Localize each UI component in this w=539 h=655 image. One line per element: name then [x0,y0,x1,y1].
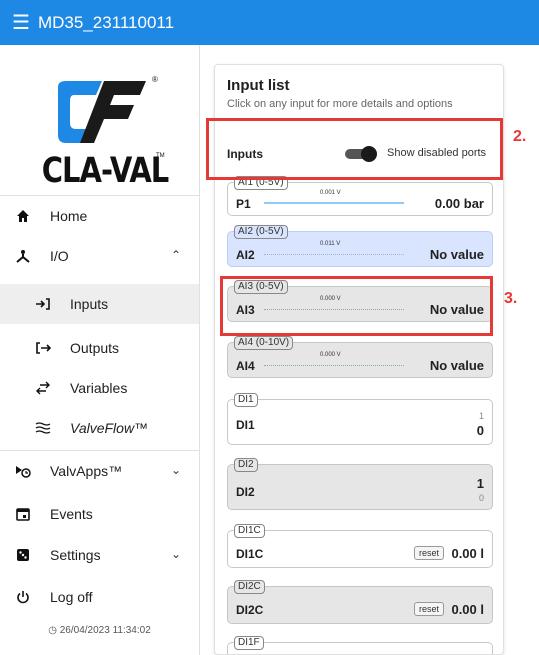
port-card-di2[interactable]: DI2 DI2 1 0 [227,458,493,510]
port-card-di2c[interactable]: DI2C DI2C reset 0.00 l [227,580,493,624]
sidebar-item-label: ValvApps™ [50,463,123,479]
io-icon [13,246,33,266]
port-raw-value: 0.000 V [320,352,341,358]
port-raw-value: 0.001 V [320,190,341,196]
port-tag: DI2 [234,458,258,472]
sidebar-item-label: ValveFlow™ [70,420,149,436]
port-name: DI2C [236,603,264,617]
highlight-box-3 [220,276,493,336]
chevron-down-icon: ⌄ [170,463,181,477]
clock-icon: ◷ [48,625,57,636]
port-card-ai4[interactable]: AI4 (0-10V) AI4 0.000 V No value [227,336,493,378]
sidebar-item-label: Events [50,506,93,522]
sidebar: ® CLA-VAL TM Home I/O ⌃ Inputs Outputs V… [0,45,200,655]
sidebar-item-label: Log off [50,589,93,605]
port-card-di1c[interactable]: DI1C DI1C reset 0.00 l [227,524,493,568]
waves-icon [33,418,53,438]
calendar-icon [13,504,33,524]
annotation-label-3: 3. [504,290,518,307]
port-secondary-value: 1 [478,411,484,421]
port-value: 0.00 l [451,602,484,617]
port-name: AI4 [236,359,255,373]
port-value: 0.00 l [451,546,484,561]
port-raw-value: 0.011 V [320,241,341,247]
chevron-down-icon: ⌄ [170,547,181,561]
port-name: AI2 [236,248,255,262]
swap-arrows-icon [33,378,53,398]
settings-dice-icon [13,545,33,565]
port-name: P1 [236,197,251,211]
datetime-text: 26/04/2023 11:34:02 [59,625,151,636]
app-title: MD35_231110011 [37,12,175,32]
port-level-line [264,202,404,204]
annotation-label-2: 2. [513,128,527,145]
sidebar-item-label: Inputs [70,296,109,312]
sidebar-item-valveflow[interactable]: ValveFlow™ [0,408,199,448]
sidebar-item-io[interactable]: I/O ⌃ [0,236,199,276]
sidebar-item-label: I/O [50,248,69,264]
port-name: DI2 [236,485,255,499]
cla-val-mark-icon [58,81,146,143]
highlight-box-2 [206,118,503,180]
home-icon [13,206,33,226]
sidebar-item-home[interactable]: Home [0,196,199,236]
port-tag: DI1 [234,393,258,407]
port-tag: DI1F [234,636,264,650]
port-tag: DI2C [234,580,265,594]
port-tag: AI4 (0-10V) [234,336,294,350]
port-card-di1f[interactable]: DI1F [227,636,493,654]
page-subtitle: Click on any input for more details and … [227,98,453,110]
sidebar-item-label: Variables [70,380,128,396]
port-value: No value [429,247,484,262]
port-level-line [264,254,404,255]
input-arrow-icon [33,294,53,314]
port-name: DI1 [236,418,255,432]
port-card-di1[interactable]: DI1 DI1 1 0 [227,393,493,445]
datetime-display: ◷ 26/04/2023 11:34:02 [0,625,199,636]
port-value: 0.00 bar [434,196,484,211]
sidebar-item-valvapps[interactable]: ValvApps™ ⌄ [0,451,199,491]
hamburger-menu-icon[interactable]: ☰ [12,13,30,33]
port-name: DI1C [236,547,264,561]
sidebar-item-variables[interactable]: Variables [0,368,199,408]
trademark-mark: TM [156,153,165,159]
port-card-ai1[interactable]: AI1 (0-5V) P1 0.001 V 0.00 bar [227,176,493,216]
output-arrow-icon [33,338,53,358]
reset-button[interactable]: reset [413,546,444,560]
sidebar-item-events[interactable]: Events [0,494,199,534]
valve-apps-icon [13,461,33,481]
reset-button[interactable]: reset [413,602,444,616]
brand-wordmark: CLA-VAL [41,149,170,191]
page-title: Input list [227,77,290,94]
power-icon [13,587,33,607]
chevron-up-icon: ⌃ [170,248,181,262]
port-secondary-value: 0 [478,493,484,503]
registered-mark: ® [152,75,158,84]
sidebar-item-outputs[interactable]: Outputs [0,328,199,368]
sidebar-item-settings[interactable]: Settings ⌄ [0,535,199,575]
port-value: 1 [476,476,484,491]
port-tag: DI1C [234,524,265,538]
port-card-ai2[interactable]: AI2 (0-5V) AI2 0.011 V No value [227,225,493,267]
sidebar-item-inputs[interactable]: Inputs [0,284,199,324]
sidebar-item-label: Settings [50,547,101,563]
sidebar-item-label: Home [50,208,88,224]
sidebar-item-label: Outputs [70,340,120,356]
port-tag: AI2 (0-5V) [234,225,288,239]
port-value: 0 [476,423,484,438]
sidebar-item-logoff[interactable]: Log off [0,577,199,617]
app-bar: ☰ MD35_231110011 [0,0,539,45]
port-value: No value [429,358,484,373]
port-level-line [264,365,404,366]
